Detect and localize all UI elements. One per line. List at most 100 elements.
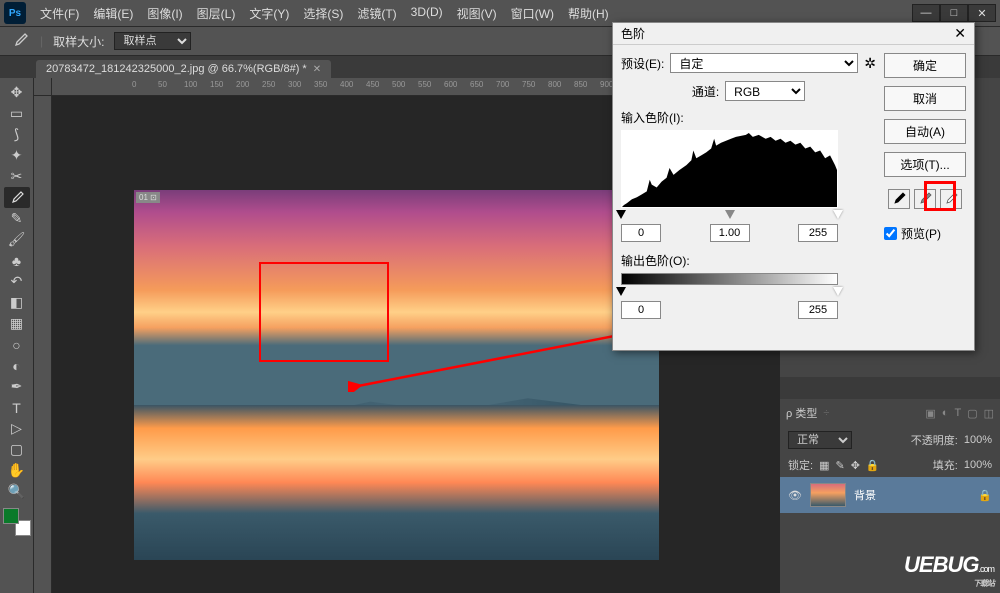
lasso-tool[interactable]: ⟆	[4, 124, 30, 145]
layer-name[interactable]: 背景	[854, 487, 876, 503]
input-white-field[interactable]	[798, 224, 838, 242]
channel-select[interactable]: RGB	[725, 81, 805, 101]
output-black-field[interactable]	[621, 301, 661, 319]
document-tab-title: 20783472_181242325000_2.jpg @ 66.7%(RGB/…	[46, 63, 307, 75]
magic-wand-tool[interactable]: ✦	[4, 145, 30, 166]
layers-panel-tabs[interactable]	[780, 377, 1000, 399]
output-slider[interactable]	[621, 287, 838, 297]
document-image[interactable]: 01 ⊡	[134, 190, 659, 560]
filter-type-icon[interactable]: T	[954, 407, 961, 420]
image-badge: 01 ⊡	[136, 192, 160, 203]
output-white-slider[interactable]	[833, 287, 843, 296]
eyedropper-tool-icon	[10, 31, 30, 51]
menu-select[interactable]: 选择(S)	[297, 3, 349, 24]
ok-button[interactable]: 确定	[884, 53, 966, 78]
input-slider[interactable]	[621, 210, 838, 220]
blend-mode-select[interactable]: 正常	[788, 431, 852, 449]
window-controls: — □ ✕	[912, 4, 996, 22]
menu-type[interactable]: 文字(Y)	[243, 3, 295, 24]
document-tab[interactable]: 20783472_181242325000_2.jpg @ 66.7%(RGB/…	[36, 60, 331, 78]
histogram[interactable]	[621, 130, 838, 208]
menu-window[interactable]: 窗口(W)	[505, 3, 560, 24]
menu-file[interactable]: 文件(F)	[34, 3, 85, 24]
healing-brush-tool[interactable]: ✎	[4, 208, 30, 229]
close-button[interactable]: ✕	[968, 4, 996, 22]
minimize-button[interactable]: —	[912, 4, 940, 22]
hand-tool[interactable]: ✋	[4, 460, 30, 481]
levels-dialog: 色阶 ✕ 预设(E): 自定 ✲ 通道: RGB 输入色阶(I):	[612, 22, 975, 351]
rectangle-tool[interactable]: ▢	[4, 439, 30, 460]
input-black-field[interactable]	[621, 224, 661, 242]
layer-filter-row: ρ 类型 ÷ ▣ ◐ T ▢ ◫	[780, 399, 1000, 427]
layer-row-background[interactable]: 👁 背景 🔒	[780, 477, 1000, 513]
black-point-slider[interactable]	[616, 210, 626, 219]
output-white-field[interactable]	[798, 301, 838, 319]
marquee-tool[interactable]: ▭	[4, 103, 30, 124]
preview-label: 预览(P)	[901, 225, 941, 242]
move-tool[interactable]: ✥	[4, 82, 30, 103]
lock-label: 锁定:	[788, 457, 813, 473]
filter-pixel-icon[interactable]: ▣	[925, 407, 935, 420]
output-levels-label: 输出色阶(O):	[621, 252, 876, 269]
path-select-tool[interactable]: ▷	[4, 418, 30, 439]
sample-size-select[interactable]: 取样点	[114, 32, 191, 50]
fill-label: 填充:	[933, 457, 958, 473]
blur-tool[interactable]: ○	[4, 334, 30, 355]
preset-select[interactable]: 自定	[670, 53, 858, 73]
menu-layer[interactable]: 图层(L)	[191, 3, 242, 24]
brush-tool[interactable]: 🖌	[4, 229, 30, 250]
preview-checkbox[interactable]	[884, 227, 897, 240]
filter-smart-icon[interactable]: ◫	[984, 407, 994, 420]
eraser-tool[interactable]: ◧	[4, 292, 30, 313]
lock-icon: 🔒	[978, 489, 992, 502]
layer-thumbnail[interactable]	[810, 483, 846, 507]
clone-stamp-tool[interactable]: ♣	[4, 250, 30, 271]
cancel-button[interactable]: 取消	[884, 86, 966, 111]
pen-tool[interactable]: ✒	[4, 376, 30, 397]
type-tool[interactable]: T	[4, 397, 30, 418]
lock-row: 锁定: ▦ ✎ ✥ 🔒 填充: 100%	[780, 453, 1000, 477]
menu-image[interactable]: 图像(I)	[141, 3, 188, 24]
ruler-corner	[34, 78, 52, 96]
menu-edit[interactable]: 编辑(E)	[87, 3, 139, 24]
filter-shape-icon[interactable]: ▢	[967, 407, 977, 420]
sample-size-label: 取样大小:	[53, 33, 104, 50]
maximize-button[interactable]: □	[940, 4, 968, 22]
output-gradient[interactable]	[621, 273, 838, 285]
crop-tool[interactable]: ✂	[4, 166, 30, 187]
dialog-close-icon[interactable]: ✕	[954, 25, 966, 42]
history-brush-tool[interactable]: ↶	[4, 271, 30, 292]
lock-brush-icon[interactable]: ✎	[835, 459, 844, 472]
dialog-title: 色阶	[621, 25, 645, 42]
visibility-icon[interactable]: 👁	[788, 489, 802, 502]
black-eyedropper[interactable]	[888, 189, 910, 209]
input-gamma-field[interactable]	[710, 224, 750, 242]
auto-button[interactable]: 自动(A)	[884, 119, 966, 144]
white-point-slider[interactable]	[833, 210, 843, 219]
menu-3d[interactable]: 3D(D)	[405, 3, 449, 24]
zoom-tool[interactable]: 🔍	[4, 481, 30, 502]
filter-adjust-icon[interactable]: ◐	[942, 407, 949, 420]
lock-all-icon[interactable]: 🔒	[866, 459, 880, 472]
dodge-tool[interactable]: ◐	[4, 355, 30, 376]
eyedropper-tool[interactable]	[4, 187, 30, 208]
opacity-value[interactable]: 100%	[964, 434, 992, 446]
menu-help[interactable]: 帮助(H)	[562, 3, 615, 24]
options-button[interactable]: 选项(T)...	[884, 152, 966, 177]
output-black-slider[interactable]	[616, 287, 626, 296]
tab-close-icon[interactable]: ✕	[313, 64, 321, 75]
annotation-rectangle	[259, 262, 389, 362]
foreground-color-swatch[interactable]	[3, 508, 19, 524]
dialog-titlebar[interactable]: 色阶 ✕	[613, 23, 974, 45]
color-swatches[interactable]	[3, 508, 31, 536]
menu-filter[interactable]: 滤镜(T)	[351, 3, 402, 24]
filter-type-label[interactable]: ρ 类型	[786, 405, 817, 421]
menu-view[interactable]: 视图(V)	[451, 3, 503, 24]
preset-gear-icon[interactable]: ✲	[864, 55, 876, 72]
gray-point-slider[interactable]	[725, 210, 735, 219]
gradient-tool[interactable]: ▦	[4, 313, 30, 334]
fill-value[interactable]: 100%	[964, 459, 992, 471]
lock-transparency-icon[interactable]: ▦	[819, 459, 829, 472]
lock-position-icon[interactable]: ✥	[851, 459, 860, 472]
preview-checkbox-row: 预览(P)	[884, 225, 966, 242]
